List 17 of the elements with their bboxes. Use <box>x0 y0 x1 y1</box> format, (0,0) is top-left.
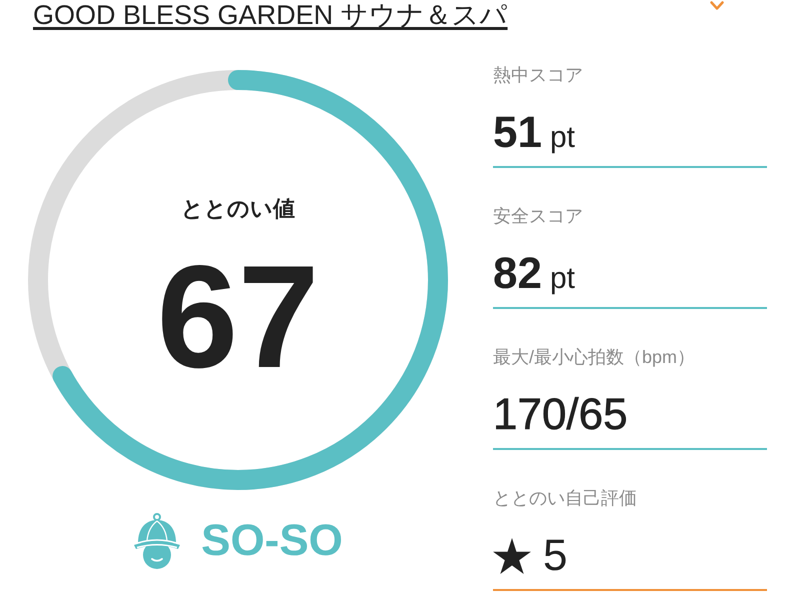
status-label: SO-SO <box>201 516 343 566</box>
gauge-label: ととのい値 <box>181 195 295 223</box>
metric-label: ととのい自己評価 <box>493 487 637 510</box>
metric-value: 170/65 <box>493 391 628 439</box>
chevron-icon[interactable] <box>710 1 724 10</box>
metric-unit: pt <box>550 120 575 156</box>
metric-unit: pt <box>550 261 575 297</box>
gauge-value: 67 <box>156 242 320 392</box>
hat-face-icon <box>133 512 182 570</box>
metric-value: 82 <box>493 250 542 298</box>
metric-value: 5 <box>543 532 568 580</box>
star-icon <box>493 538 531 574</box>
metric-label: 安全スコア <box>493 205 583 228</box>
page-title: GOOD BLESS GARDEN サウナ＆スパ <box>33 1 508 29</box>
metric-label: 最大/最小心拍数（bpm） <box>493 346 696 369</box>
metric-label: 熱中スコア <box>493 64 583 87</box>
metric-value: 51 <box>493 109 542 157</box>
